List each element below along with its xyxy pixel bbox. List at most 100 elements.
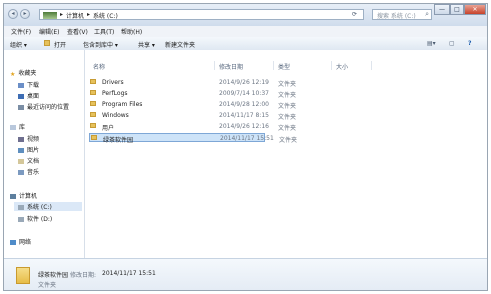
refresh-icon[interactable]: ⟳ <box>352 11 357 18</box>
sidebar-item-label: 视频 <box>27 136 40 143</box>
file-row-users[interactable]: 用户 2014/9/26 12:16 文件夹 <box>89 122 296 132</box>
details-pane: 绿茶软件园 修改日期: 2014/11/17 15:51 文件夹 <box>4 258 487 290</box>
download-icon <box>18 83 24 88</box>
folder-icon <box>90 79 96 84</box>
details-modified-label: 修改日期: <box>70 272 97 279</box>
minimize-button[interactable]: — <box>434 4 450 15</box>
file-row-drivers[interactable]: Drivers 2014/9/26 12:19 文件夹 <box>89 78 296 88</box>
file-type: 文件夹 <box>279 137 298 144</box>
breadcrumb-drive-c[interactable]: 系统 (C:) <box>93 11 118 20</box>
sidebar-item-music[interactable]: 音乐 <box>18 167 39 176</box>
file-name: PerfLogs <box>102 90 128 97</box>
search-input[interactable]: 搜索 系统 (C:) ⌕ <box>372 9 432 20</box>
command-bar: 组织 ▾ 打开 包含到库中 ▾ 共享 ▾ 新建文件夹 ▤▾ ▢ ? <box>4 37 487 51</box>
sidebar-item-network[interactable]: 网络 <box>10 237 31 246</box>
menu-edit[interactable]: 编辑(E) <box>39 27 59 36</box>
folder-icon <box>91 135 97 140</box>
file-date: 2014/9/26 12:19 <box>219 79 269 86</box>
forward-button[interactable]: ▸ <box>20 9 30 19</box>
help-icon[interactable]: ? <box>468 40 471 47</box>
sidebar-item-label: 软件 (D:) <box>27 216 53 223</box>
sidebar-item-drive-d[interactable]: 软件 (D:) <box>18 214 52 223</box>
column-header-type[interactable]: 类型 <box>278 62 290 71</box>
search-placeholder: 搜索 系统 (C:) <box>377 13 416 20</box>
sidebar-item-label: 最近访问的位置 <box>27 104 70 111</box>
include-in-library-button[interactable]: 包含到库中 ▾ <box>83 40 118 49</box>
file-row-perflogs[interactable]: PerfLogs 2009/7/14 10:37 文件夹 <box>89 89 296 99</box>
column-header-size[interactable]: 大小 <box>336 62 348 71</box>
file-type: 文件夹 <box>278 125 297 132</box>
view-options-icon[interactable]: ▤▾ <box>427 40 436 47</box>
drive-icon <box>18 217 24 222</box>
drive-icon <box>18 205 24 210</box>
sidebar-item-label: 桌面 <box>27 93 40 100</box>
file-name: 绿茶软件园 <box>103 137 134 144</box>
menu-file[interactable]: 文件(F) <box>11 27 31 36</box>
open-folder-icon <box>44 40 50 46</box>
column-header-modified[interactable]: 修改日期 <box>219 62 243 71</box>
sidebar-item-videos[interactable]: 视频 <box>18 134 39 143</box>
folder-icon <box>90 101 96 106</box>
computer-icon <box>10 194 16 199</box>
file-date: 2014/9/28 12:00 <box>219 101 269 108</box>
sidebar-item-documents[interactable]: 文档 <box>18 156 39 165</box>
address-bar[interactable]: ▸ 计算机 ▸ 系统 (C:) ⟳ <box>39 9 364 20</box>
file-date: 2014/9/26 12:16 <box>219 123 269 130</box>
file-type: 文件夹 <box>278 81 297 88</box>
folder-icon <box>16 267 30 284</box>
explorer-window: ◂ ▸ ▸ 计算机 ▸ 系统 (C:) ⟳ 搜索 系统 (C:) ⌕ — □ ✕… <box>3 3 488 291</box>
file-name: Program Files <box>102 101 143 108</box>
library-icon <box>10 125 16 130</box>
menu-tools[interactable]: 工具(T) <box>94 27 114 36</box>
computer-icon <box>43 12 57 19</box>
file-row-program-files[interactable]: Program Files 2014/9/28 12:00 文件夹 <box>89 100 296 110</box>
menu-view[interactable]: 查看(V) <box>67 27 88 36</box>
sidebar-item-label: 系统 (C:) <box>27 204 52 211</box>
menu-help[interactable]: 帮助(H) <box>121 27 142 36</box>
sidebar-item-downloads[interactable]: 下载 <box>18 80 39 89</box>
file-name: Windows <box>102 112 129 119</box>
network-icon <box>10 240 16 245</box>
details-type: 文件夹 <box>38 282 57 289</box>
file-row-windows[interactable]: Windows 2014/11/17 8:15 文件夹 <box>89 111 296 121</box>
sidebar-item-computer[interactable]: 计算机 <box>10 191 37 200</box>
sidebar-item-desktop[interactable]: 桌面 <box>18 91 39 100</box>
file-type: 文件夹 <box>278 114 297 121</box>
column-divider[interactable] <box>214 61 215 70</box>
title-bar: ◂ ▸ ▸ 计算机 ▸ 系统 (C:) ⟳ 搜索 系统 (C:) ⌕ — □ ✕ <box>4 4 487 27</box>
sidebar-item-label: 下载 <box>27 82 40 89</box>
column-divider[interactable] <box>273 61 274 70</box>
file-date: 2014/11/17 15:51 <box>220 135 274 142</box>
sidebar-item-pictures[interactable]: 图片 <box>18 145 39 154</box>
folder-icon <box>90 90 96 95</box>
breadcrumb-separator: ▸ <box>87 11 91 18</box>
column-header-name[interactable]: 名称 <box>93 62 105 71</box>
breadcrumb-computer[interactable]: 计算机 <box>66 11 84 20</box>
sidebar-item-favorites[interactable]: ★ 收藏夹 <box>10 68 36 78</box>
file-name: Drivers <box>102 79 124 86</box>
sidebar-item-label: 计算机 <box>19 193 38 200</box>
details-name: 绿茶软件园 <box>38 272 69 279</box>
file-row-lvcha-selected[interactable]: 绿茶软件园 2014/11/17 15:51 文件夹 <box>89 133 297 144</box>
file-type: 文件夹 <box>278 92 297 99</box>
sidebar-item-libraries[interactable]: 库 <box>10 122 25 131</box>
share-button[interactable]: 共享 ▾ <box>138 40 155 49</box>
desktop-icon <box>18 94 24 99</box>
open-button[interactable]: 打开 <box>54 40 66 49</box>
recent-places-icon <box>18 105 24 110</box>
maximize-button[interactable]: □ <box>450 4 464 15</box>
search-icon[interactable]: ⌕ <box>425 10 429 19</box>
back-button[interactable]: ◂ <box>8 9 18 19</box>
column-divider[interactable] <box>331 61 332 70</box>
new-folder-button[interactable]: 新建文件夹 <box>165 40 195 49</box>
column-divider[interactable] <box>371 61 372 70</box>
preview-pane-icon[interactable]: ▢ <box>449 40 455 47</box>
organize-button[interactable]: 组织 ▾ <box>10 40 27 49</box>
sidebar-item-drive-c[interactable]: 系统 (C:) <box>14 202 82 211</box>
sidebar-item-label: 网络 <box>19 239 32 246</box>
sidebar-item-recent-places[interactable]: 最近访问的位置 <box>18 102 69 111</box>
music-icon <box>18 170 24 175</box>
video-icon <box>18 137 24 142</box>
details-modified-value: 2014/11/17 15:51 <box>102 270 156 277</box>
close-button[interactable]: ✕ <box>464 4 486 15</box>
